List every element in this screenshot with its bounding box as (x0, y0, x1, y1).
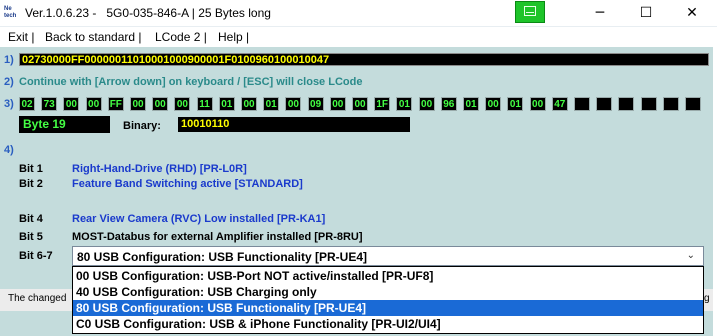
bit-label: Bit 1 (19, 163, 43, 175)
byte-cell[interactable]: 00 (241, 97, 257, 111)
byte-cell[interactable]: 47 (551, 97, 568, 111)
byte-cell[interactable]: 00 (418, 97, 435, 111)
menu-back-to-standard[interactable]: Back to standard | (45, 30, 142, 44)
netech-app-icon[interactable]: Ne tech (4, 6, 20, 20)
byte-cell[interactable]: 00 (485, 97, 502, 111)
select-value: 80 USB Configuration: USB Functionality … (77, 250, 368, 264)
edit-icon[interactable] (515, 1, 545, 23)
instruction-text: Continue with [Arrow down] on keyboard /… (19, 76, 363, 88)
bit-label: Bit 5 (19, 231, 43, 243)
byte-cell[interactable]: 00 (130, 97, 146, 111)
byte-cell[interactable] (596, 97, 613, 111)
bit-label: Bit 2 (19, 178, 43, 190)
dropdown-option[interactable]: 40 USB Configuration: USB Charging only (73, 284, 703, 300)
byte-cell[interactable]: 00 (85, 97, 102, 111)
byte-cell[interactable]: 01 (396, 97, 413, 111)
menu-exit[interactable]: Exit | (8, 30, 34, 44)
bit-label: Bit 4 (19, 213, 43, 225)
bit-description: Rear View Camera (RVC) Low installed [PR… (72, 213, 326, 225)
byte-cell[interactable]: 00 (329, 97, 346, 111)
byte-cell[interactable]: 00 (529, 97, 546, 111)
section-3-number: 3) (4, 98, 14, 110)
close-button[interactable]: ✕ (669, 0, 715, 26)
usb-configuration-dropdown-list: 00 USB Configuration: USB-Port NOT activ… (72, 266, 704, 334)
byte-cell[interactable]: 01 (218, 97, 235, 111)
byte-cell[interactable]: 11 (196, 97, 213, 111)
byte-cell[interactable]: 01 (263, 97, 280, 111)
byte-cell[interactable]: 00 (352, 97, 368, 111)
status-text: The changed (8, 293, 67, 304)
bit-6-7-label: Bit 6-7 (19, 250, 53, 262)
dropdown-option[interactable]: 00 USB Configuration: USB-Port NOT activ… (73, 268, 703, 284)
byte-cell[interactable]: FF (107, 97, 124, 111)
dropdown-option-selected[interactable]: 80 USB Configuration: USB Functionality … (73, 300, 703, 316)
byte-cell[interactable]: 09 (307, 97, 324, 111)
window-edge (713, 47, 717, 336)
byte-cell[interactable] (685, 97, 701, 111)
byte-cell[interactable]: 00 (63, 97, 80, 111)
bit-description: Feature Band Switching active [STANDARD] (72, 178, 303, 190)
bit-description: MOST-Databus for external Amplifier inst… (72, 231, 363, 243)
byte-cell[interactable]: 01 (463, 97, 479, 111)
bit-description: Right-Hand-Drive (RHD) [PR-L0R] (72, 163, 247, 175)
maximize-button[interactable]: ☐ (623, 0, 669, 26)
hex-code-field[interactable]: 02730000FF00000011010001000900001F010096… (19, 53, 709, 66)
byte-cell[interactable]: 73 (41, 97, 58, 111)
menu-bar: Exit | Back to standard | LCode 2 | Help… (0, 26, 717, 47)
byte-cell[interactable]: 00 (174, 97, 191, 111)
minimize-button[interactable]: ─ (577, 0, 623, 26)
status-text-right: g (704, 293, 710, 304)
byte-cell[interactable]: 1F (374, 97, 391, 111)
byte-cell[interactable]: 96 (440, 97, 457, 111)
section-4-number: 4) (4, 144, 14, 156)
byte-cell[interactable]: 00 (285, 97, 302, 111)
byte-cell[interactable] (618, 97, 635, 111)
binary-value-field: 10010110 (178, 117, 410, 132)
main-panel: 1) 02730000FF00000011010001000900001F010… (0, 47, 713, 336)
byte-cell[interactable]: 00 (152, 97, 169, 111)
section-1-number: 1) (4, 54, 14, 66)
chevron-down-icon[interactable]: ⌄ (687, 250, 695, 261)
byte-cell[interactable] (574, 97, 590, 111)
byte-cell[interactable] (662, 97, 679, 111)
byte-cell[interactable] (640, 97, 657, 111)
byte-cell[interactable]: 01 (507, 97, 524, 111)
title-bar: Ne tech Ver.1.0.6.23 - 5G0-035-846-A | 2… (0, 0, 717, 26)
binary-label: Binary: (123, 120, 161, 132)
menu-help[interactable]: Help | (218, 30, 249, 44)
byte-cell[interactable]: 02 (19, 97, 35, 111)
byte-index-display: Byte 19 (19, 116, 110, 133)
section-2-number: 2) (4, 76, 14, 88)
usb-configuration-select[interactable]: 80 USB Configuration: USB Functionality … (72, 246, 704, 266)
dropdown-option[interactable]: C0 USB Configuration: USB & iPhone Funct… (73, 316, 703, 332)
window-title: Ver.1.0.6.23 - 5G0-035-846-A | 25 Bytes … (25, 6, 271, 20)
menu-lcode-2[interactable]: LCode 2 | (155, 30, 207, 44)
